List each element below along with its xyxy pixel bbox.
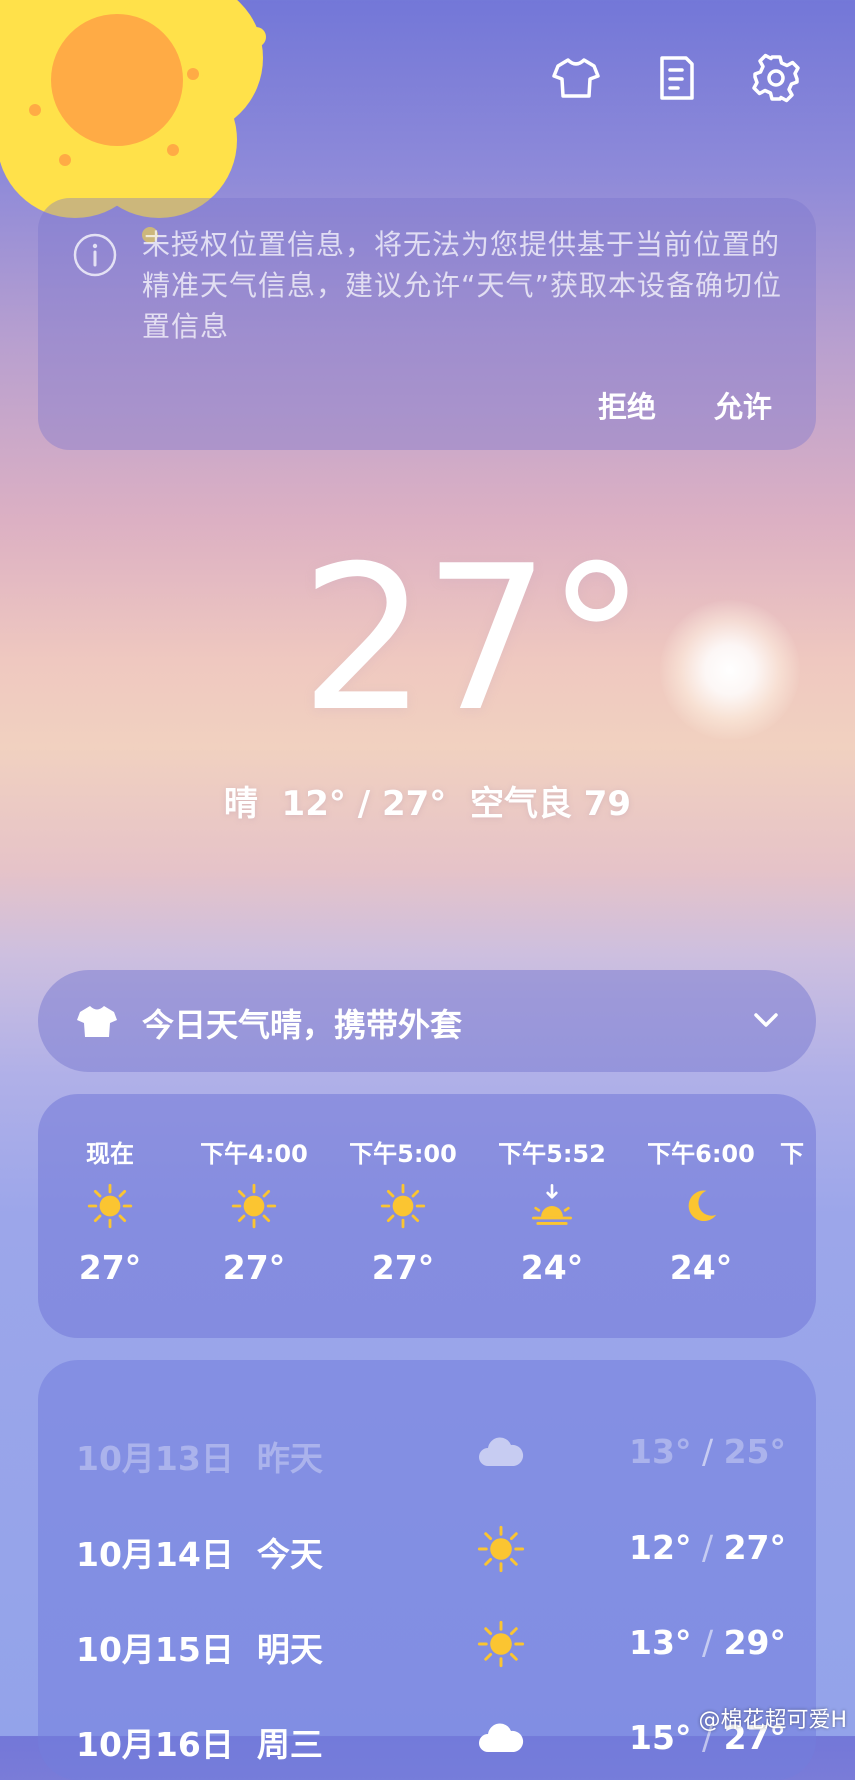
daily-row[interactable]: 10月14日 今天 12° / 27°	[76, 1518, 786, 1578]
sun-glow	[660, 600, 800, 740]
shirt-icon	[77, 1006, 117, 1037]
sun-icon	[476, 1524, 526, 1574]
hourly-time: 下午5:52	[498, 1140, 606, 1168]
hourly-item: 下午4:00 27°	[184, 1134, 324, 1287]
daily-low: 13°	[629, 1432, 692, 1471]
hourly-item: 下午5:00 27°	[333, 1134, 473, 1287]
daily-high: 27°	[723, 1528, 786, 1567]
range-separator: /	[691, 1432, 724, 1471]
daily-low: 12°	[629, 1528, 692, 1567]
sun-icon	[40, 1170, 180, 1242]
shirt-icon[interactable]	[550, 52, 602, 104]
hourly-time: 下午5:00	[349, 1140, 457, 1168]
sun-icon	[476, 1619, 526, 1669]
hourly-temp: 27°	[78, 1248, 142, 1287]
hourly-temp: 27°	[371, 1248, 435, 1287]
daily-date: 10月15日 明天	[76, 1630, 323, 1669]
hourly-time: 现在	[86, 1140, 134, 1168]
daily-low: 13°	[629, 1623, 692, 1662]
clothing-tip[interactable]: 今日天气晴，携带外套	[38, 970, 816, 1072]
daily-range: 13° / 25°	[629, 1432, 786, 1471]
moon-icon	[631, 1170, 771, 1242]
current-temperature: 27°	[300, 523, 647, 756]
daily-date: 10月13日 昨天	[76, 1439, 323, 1478]
hourly-temp: 27°	[222, 1248, 286, 1287]
sun-icon	[333, 1170, 473, 1242]
daily-low: 15°	[629, 1718, 692, 1757]
document-icon[interactable]	[650, 52, 702, 104]
hourly-item: 下	[780, 1134, 816, 1248]
hourly-forecast[interactable]: 现在 27° 下午4:00 27° 下午5:00 27° 下午5:52 24° 下午6:00 2…	[38, 1094, 816, 1338]
hourly-item: 下午5:52 24°	[482, 1134, 622, 1287]
hourly-time: 下	[780, 1140, 804, 1168]
daily-row[interactable]: 10月15日 明天 13° / 29°	[76, 1613, 786, 1673]
reject-button[interactable]: 拒绝	[598, 384, 656, 426]
weather-summary: 晴 12° / 27° 空气良 79	[223, 784, 632, 824]
hourly-time: 下午4:00	[200, 1140, 308, 1168]
gear-icon[interactable]	[750, 52, 802, 104]
info-icon	[73, 233, 117, 277]
daily-range: 13° / 29°	[629, 1623, 786, 1662]
hourly-temp: 24°	[520, 1248, 584, 1287]
watermark: @棉花超可爱H	[698, 1708, 847, 1733]
chevron-down-icon[interactable]	[750, 1004, 782, 1036]
sun-icon	[184, 1170, 324, 1242]
hourly-item: 下午6:00 24°	[631, 1134, 771, 1287]
allow-button[interactable]: 允许	[714, 384, 772, 426]
hourly-item: 现在 27°	[40, 1134, 180, 1287]
hourly-temp: 24°	[669, 1248, 733, 1287]
notice-message: 未授权位置信息，将无法为您提供基于当前位置的精准天气信息，建议允许“天气”获取本…	[142, 228, 783, 343]
cloud-icon	[476, 1714, 526, 1764]
daily-row[interactable]: 10月16日 周三 15° / 27°	[76, 1708, 786, 1768]
range-separator: /	[691, 1528, 724, 1567]
daily-row[interactable]: 10月13日 昨天 13° / 25°	[76, 1422, 786, 1482]
tip-text: 今日天气晴，携带外套	[142, 1006, 463, 1044]
cloud-icon	[476, 1428, 526, 1478]
location-permission-notice: 未授权位置信息，将无法为您提供基于当前位置的精准天气信息，建议允许“天气”获取本…	[38, 198, 816, 450]
daily-high: 29°	[723, 1623, 786, 1662]
daily-date: 10月16日 周三	[76, 1725, 323, 1764]
daily-date: 10月14日 今天	[76, 1535, 323, 1574]
hourly-time: 下午6:00	[647, 1140, 755, 1168]
daily-high: 25°	[723, 1432, 786, 1471]
daily-range: 12° / 27°	[629, 1528, 786, 1567]
range-separator: /	[691, 1623, 724, 1662]
sunset-icon	[482, 1170, 622, 1242]
